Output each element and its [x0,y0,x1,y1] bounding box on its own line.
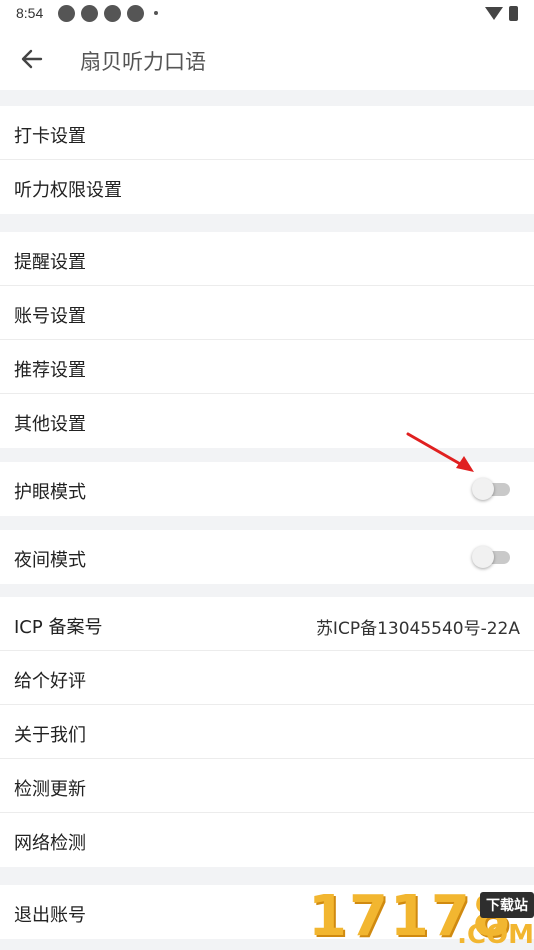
wifi-icon [485,7,503,20]
setting-label: 给个好评 [14,671,86,692]
setting-label: ICP 备案号 [14,617,103,638]
sync-icon [127,5,144,22]
app-bar: 扇贝听力口语 [0,28,534,90]
status-notification-icons [58,5,158,22]
status-time: 8:54 [16,5,44,21]
setting-night-mode: 夜间模式 [0,530,534,584]
setting-label: 夜间模式 [14,550,86,571]
night-mode-toggle[interactable] [472,545,510,569]
setting-label: 账号设置 [14,306,86,327]
status-bar: 8:54 [0,0,534,28]
setting-label: 听力权限设置 [14,180,122,201]
setting-network-check[interactable]: 网络检测 [0,813,534,867]
setting-icp: ICP 备案号 苏ICP备13045540号-22A [0,597,534,651]
setting-about[interactable]: 关于我们 [0,705,534,759]
setting-rate[interactable]: 给个好评 [0,651,534,705]
setting-account[interactable]: 账号设置 [0,286,534,340]
watermark-logo: 17178 下载站 .COM [308,884,534,950]
arrow-left-icon [21,49,43,69]
back-button[interactable] [14,41,50,77]
setting-check-update[interactable]: 检测更新 [0,759,534,813]
setting-label: 关于我们 [14,725,86,746]
setting-label: 推荐设置 [14,360,86,381]
more-dot-icon [154,11,158,15]
setting-label: 网络检测 [14,833,86,854]
setting-label: 打卡设置 [14,126,86,147]
status-right-icons [485,6,518,21]
battery-icon [509,6,518,21]
toggle-thumb [472,478,494,500]
annotation-arrow-icon [406,432,474,472]
setting-checkin[interactable]: 打卡设置 [0,106,534,160]
notification-icon [81,5,98,22]
notification-icon [104,5,121,22]
watermark-suffix: .COM [457,920,534,950]
setting-label: 提醒设置 [14,252,86,273]
icp-number: 苏ICP备13045540号-22A [315,619,520,639]
setting-label: 护眼模式 [14,482,86,503]
eye-mode-toggle[interactable] [472,477,510,501]
sync-icon [58,5,75,22]
toggle-thumb [472,546,494,568]
setting-recommend[interactable]: 推荐设置 [0,340,534,394]
setting-listening-permission[interactable]: 听力权限设置 [0,160,534,214]
setting-reminder[interactable]: 提醒设置 [0,232,534,286]
watermark-badge: 下载站 [480,892,534,918]
setting-label: 检测更新 [14,779,86,800]
setting-label: 其他设置 [14,414,86,435]
setting-label: 退出账号 [14,905,86,926]
page-title: 扇贝听力口语 [80,50,206,74]
